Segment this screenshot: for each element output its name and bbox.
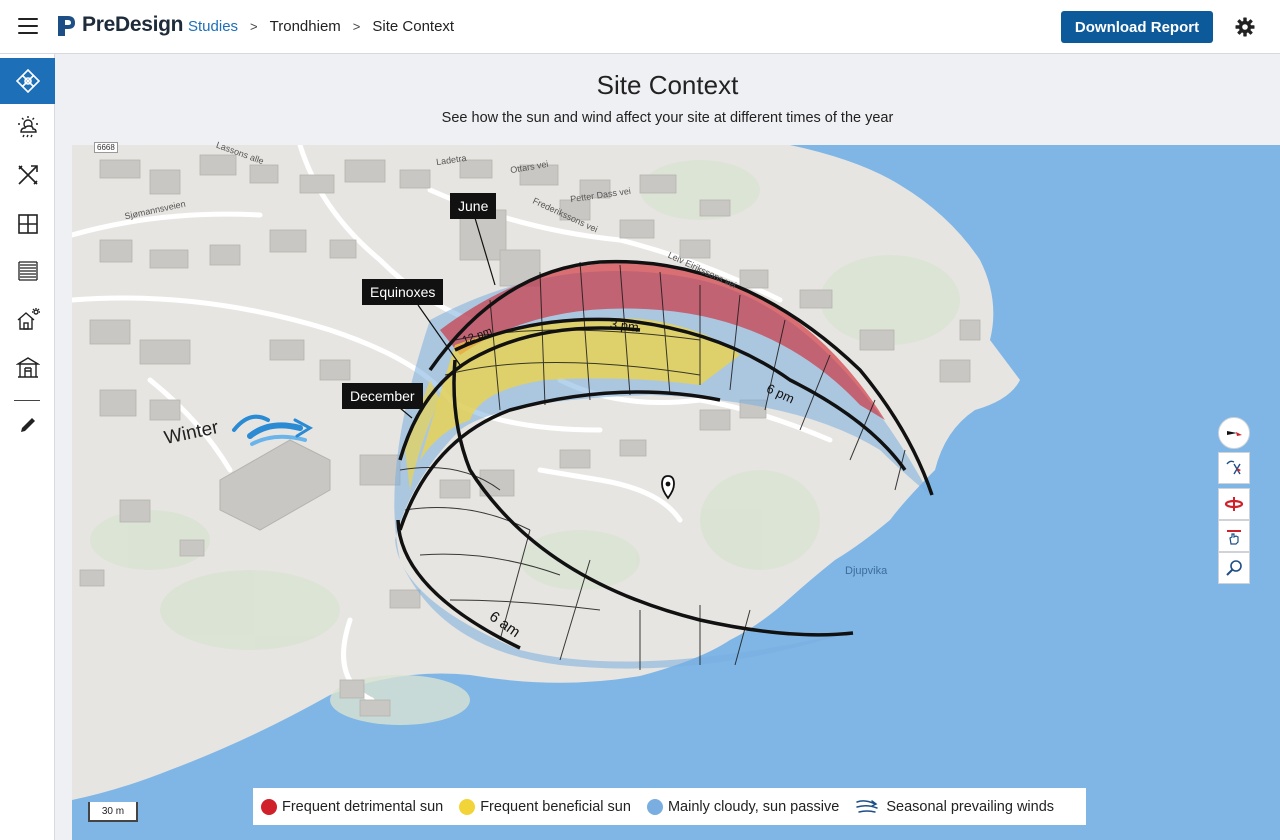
- sidebar-item-edit[interactable]: [0, 402, 55, 448]
- sidebar-item-window[interactable]: [0, 201, 55, 247]
- legend-label: Seasonal prevailing winds: [886, 798, 1055, 815]
- site-context-icon: [15, 68, 40, 94]
- home-energy-icon: [17, 308, 40, 330]
- breadcrumb-project[interactable]: Trondhiem: [270, 18, 341, 35]
- pavilion-icon: [15, 357, 40, 378]
- orbit-icon: [1224, 497, 1244, 511]
- pencil-icon: [20, 418, 35, 432]
- sidebar-item-weather[interactable]: [0, 104, 55, 150]
- rotate-icon: [1226, 460, 1241, 475]
- gear-icon[interactable]: [1235, 17, 1255, 37]
- sidebar: [0, 54, 55, 840]
- window-icon: [17, 214, 38, 234]
- road-number-label: 6668: [94, 142, 118, 153]
- download-report-button[interactable]: Download Report: [1061, 11, 1213, 43]
- search-icon: [1226, 560, 1242, 576]
- pan-button[interactable]: [1218, 520, 1250, 552]
- equinoxes-callout: Equinoxes: [362, 279, 444, 305]
- sidebar-divider: [14, 400, 40, 401]
- pan-hand-icon: [1227, 530, 1241, 545]
- map-canvas[interactable]: [72, 145, 1280, 840]
- orbit-button[interactable]: [1218, 488, 1250, 520]
- sidebar-item-site-context[interactable]: [0, 58, 55, 104]
- brand-name[interactable]: PreDesign: [82, 13, 183, 37]
- legend-item: Mainly cloudy, sun passive: [646, 798, 840, 815]
- legend-item: Frequent beneficial sun: [459, 798, 631, 815]
- legend-label: Frequent detrimental sun: [282, 798, 444, 815]
- breadcrumb-current: Site Context: [372, 18, 455, 35]
- legend-item: Frequent detrimental sun: [261, 798, 444, 815]
- legend-label: Mainly cloudy, sun passive: [667, 798, 840, 815]
- page-title: Site Context: [596, 70, 739, 100]
- weather-icon: [17, 116, 38, 138]
- top-bar: PreDesign Studies > Trondhiem > Site Con…: [0, 0, 1280, 54]
- rotate-button[interactable]: [1218, 452, 1250, 484]
- facade-icon: [17, 261, 38, 281]
- legend-item: Seasonal prevailing winds: [855, 798, 1054, 816]
- breadcrumb-studies[interactable]: Studies: [188, 18, 238, 35]
- sidebar-item-pavilion[interactable]: [0, 345, 55, 391]
- december-callout: December: [342, 383, 423, 409]
- zoom-button[interactable]: [1218, 552, 1250, 584]
- compass-button[interactable]: [1218, 417, 1250, 449]
- tools-icon: [17, 165, 38, 185]
- map-legend: Frequent detrimental sun Frequent benefi…: [253, 788, 1086, 825]
- site-map[interactable]: [72, 145, 1280, 840]
- sidebar-item-facade[interactable]: [0, 248, 55, 294]
- page-subtitle: See how the sun and wind affect your sit…: [441, 110, 894, 126]
- sidebar-item-tools[interactable]: [0, 152, 55, 198]
- breadcrumb-separator: >: [352, 19, 361, 34]
- yellow-dot-icon: [459, 798, 476, 815]
- hamburger-menu-icon[interactable]: [18, 18, 38, 34]
- place-label: Djupvika: [845, 565, 888, 577]
- wind-arrows-icon: [856, 799, 879, 813]
- map-scale: 30 m: [88, 802, 138, 822]
- legend-label: Frequent beneficial sun: [480, 798, 631, 815]
- red-dot-icon: [261, 798, 277, 815]
- breadcrumb-separator: >: [250, 19, 258, 34]
- breadcrumb: Studies > Trondhiem > Site Context: [188, 18, 454, 35]
- june-callout: June: [450, 193, 497, 219]
- compass-icon: [1227, 431, 1242, 436]
- sidebar-item-home-energy[interactable]: [0, 297, 55, 343]
- predesign-logo-icon: [58, 16, 75, 36]
- blue-dot-icon: [646, 798, 663, 815]
